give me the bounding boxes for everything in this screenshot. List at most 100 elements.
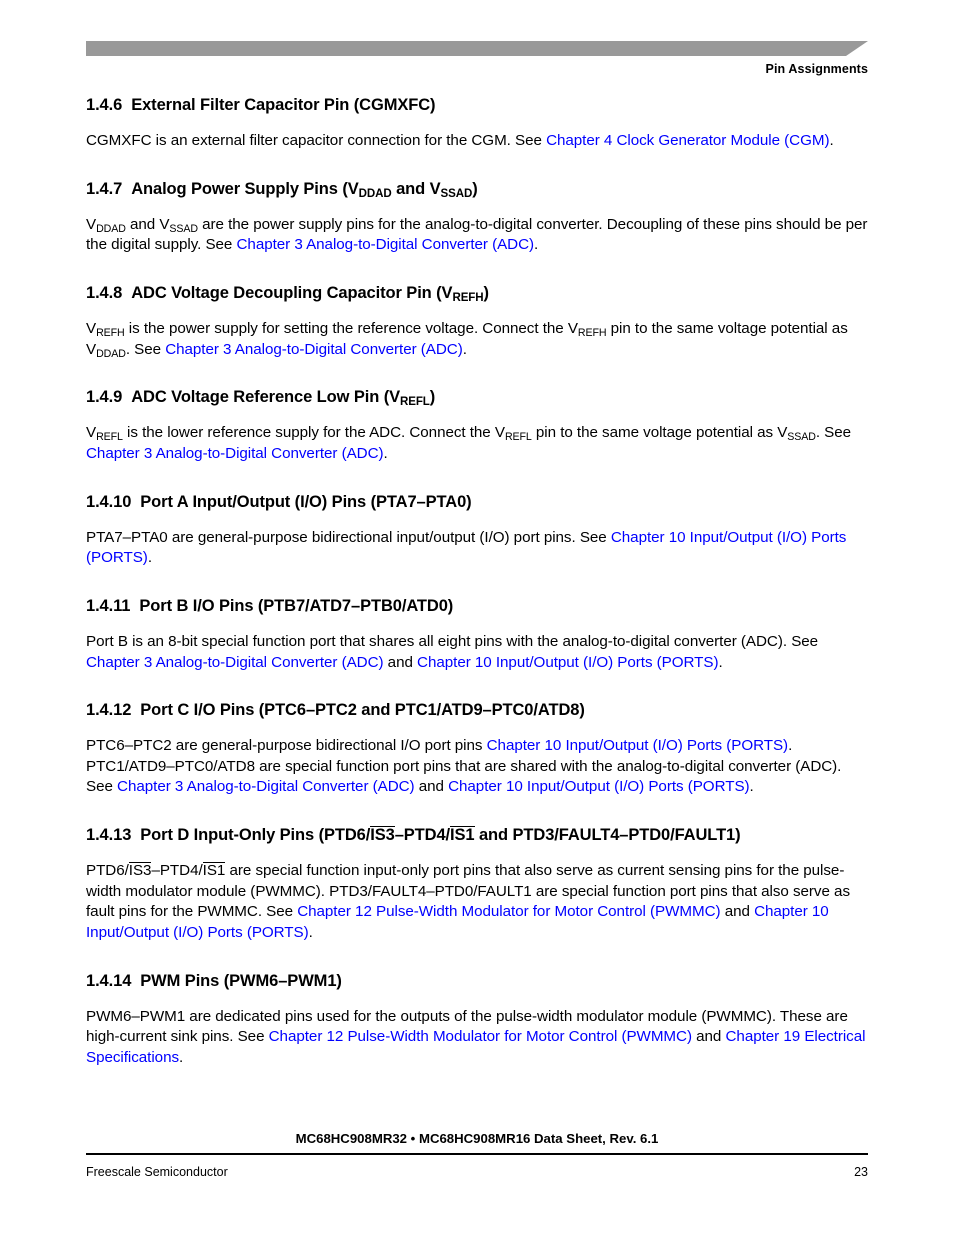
cross-reference-link[interactable]: Chapter 3 Analog-to-Digital Converter (A…	[117, 778, 415, 795]
title-text-run: )	[483, 284, 490, 302]
section-heading: 1.4.13 Port D Input-Only Pins (PTD6/IS3–P…	[86, 825, 868, 846]
body-text-run: .	[179, 1048, 184, 1066]
subscript-text: REFL	[504, 431, 532, 444]
section-block: 1.4.7 Analog Power Supply Pins (VDDAD and…	[86, 179, 868, 256]
overline-signal-name: IS1	[450, 826, 475, 845]
section-paragraph: VDDAD and VSSAD are the power supply pin…	[86, 215, 868, 256]
cross-reference-link[interactable]: Chapter 3 Analog-to-Digital Converter (A…	[165, 341, 463, 358]
body-text-run: .	[749, 778, 754, 796]
section-block: 1.4.9 ADC Voltage Reference Low Pin (VREF…	[86, 387, 868, 464]
body-text-run: .	[462, 340, 467, 358]
section-paragraph: PTC6–PTC2 are general-purpose bidirectio…	[86, 736, 868, 798]
section-heading: 1.4.6 External Filter Capacitor Pin (CGMX…	[86, 95, 868, 116]
section-title: Port C I/O Pins (PTC6–PTC2 and PTC1/ATD9…	[140, 701, 585, 720]
section-number: 1.4.12	[86, 701, 132, 720]
section-heading: 1.4.12 Port C I/O Pins (PTC6–PTC2 and PTC…	[86, 700, 868, 721]
body-text-run: and	[720, 903, 755, 921]
subscript-text: REFL	[96, 431, 123, 444]
page-footer: MC68HC908MR32 • MC68HC908MR16 Data Sheet…	[86, 1131, 868, 1179]
subscript-text: DDAD	[96, 222, 126, 235]
section-block: 1.4.12 Port C I/O Pins (PTC6–PTC2 and PTC…	[86, 700, 868, 798]
footer-divider	[86, 1152, 868, 1155]
subscript-text: DDAD	[358, 187, 392, 200]
body-text-run: is the lower reference supply for the AD…	[122, 424, 505, 442]
body-text-run: .	[718, 653, 723, 671]
body-text-run: . See	[815, 424, 852, 442]
section-block: 1.4.6 External Filter Capacitor Pin (CGMX…	[86, 95, 868, 152]
body-text-run: PTD6/	[86, 862, 129, 880]
section-block: 1.4.13 Port D Input-Only Pins (PTD6/IS3–P…	[86, 825, 868, 943]
cross-reference-link[interactable]: Chapter 10 Input/Output (I/O) Ports (POR…	[417, 654, 718, 671]
body-text-run: . See	[125, 340, 166, 358]
section-paragraph: VREFH is the power supply for setting th…	[86, 319, 868, 360]
title-text-run: ADC Voltage Reference Low Pin (V	[131, 388, 400, 407]
cross-reference-link[interactable]: Chapter 10 Input/Output (I/O) Ports (POR…	[448, 778, 749, 795]
footer-page-number: 23	[854, 1165, 868, 1179]
footer-row: Freescale Semiconductor 23	[86, 1165, 868, 1179]
cross-reference-link[interactable]: Chapter 3 Analog-to-Digital Converter (A…	[237, 236, 535, 253]
cross-reference-link[interactable]: Chapter 10 Input/Output (I/O) Ports (POR…	[487, 737, 788, 754]
section-heading: 1.4.11 Port B I/O Pins (PTB7/ATD7–PTB0/AT…	[86, 596, 868, 617]
footer-document-title: MC68HC908MR32 • MC68HC908MR16 Data Sheet…	[295, 1130, 659, 1146]
cross-reference-link[interactable]: Chapter 3 Analog-to-Digital Converter (A…	[86, 445, 384, 462]
footer-company: Freescale Semiconductor	[86, 1165, 228, 1179]
body-text-run: .	[534, 236, 539, 254]
section-number: 1.4.14	[86, 971, 132, 990]
header-banner-shape	[86, 41, 868, 56]
section-title: PWM Pins (PWM6–PWM1)	[140, 972, 342, 990]
title-text-run: )	[472, 179, 478, 198]
section-heading: 1.4.9 ADC Voltage Reference Low Pin (VREF…	[86, 387, 868, 408]
cross-reference-link[interactable]: Chapter 12 Pulse-Width Modulator for Mot…	[297, 903, 720, 920]
section-title: Analog Power Supply Pins (VDDAD and VSSA…	[131, 179, 478, 200]
section-number: 1.4.7	[86, 179, 123, 198]
document-body: 1.4.6 External Filter Capacitor Pin (CGMX…	[86, 95, 868, 1068]
body-text-run: pin to the same voltage potential as V	[531, 424, 788, 442]
section-number: 1.4.10	[86, 492, 132, 511]
cross-reference-link[interactable]: Chapter 4 Clock Generator Module (CGM)	[546, 132, 829, 149]
body-text-run: .	[147, 549, 152, 567]
section-paragraph: PTA7–PTA0 are general-purpose bidirectio…	[86, 528, 868, 569]
title-text-run: and PTD3/FAULT4–PTD0/FAULT1)	[474, 826, 741, 845]
body-text-run: –PTD4/	[151, 862, 203, 880]
body-text-run: and	[414, 778, 449, 796]
section-heading: 1.4.10 Port A Input/Output (I/O) Pins (PT…	[86, 492, 868, 513]
subscript-text: REFH	[577, 327, 607, 340]
section-block: 1.4.10 Port A Input/Output (I/O) Pins (PT…	[86, 492, 868, 569]
section-block: 1.4.11 Port B I/O Pins (PTB7/ATD7–PTB0/AT…	[86, 596, 868, 673]
body-text-run: .	[829, 132, 834, 150]
title-text-run: Port C I/O Pins (PTC6–PTC2 and PTC1/ATD9…	[140, 701, 585, 720]
section-title: Port D Input-Only Pins (PTD6/IS3–PTD4/IS…	[140, 826, 741, 845]
section-heading: 1.4.7 Analog Power Supply Pins (VDDAD and…	[86, 179, 868, 200]
cross-reference-link[interactable]: Chapter 12 Pulse-Width Modulator for Mot…	[269, 1028, 692, 1045]
subscript-text: DDAD	[96, 347, 126, 360]
overline-signal-name: IS3	[128, 862, 152, 880]
title-text-run: External Filter Capacitor Pin (CGMXFC)	[131, 96, 436, 114]
body-text-run: CGMXFC is an external filter capacitor c…	[86, 132, 547, 150]
body-text-run: V	[86, 215, 97, 233]
title-text-run: )	[429, 388, 436, 407]
title-text-run: PWM Pins (PWM6–PWM1)	[140, 971, 342, 990]
section-heading: 1.4.14 PWM Pins (PWM6–PWM1)	[86, 971, 868, 992]
section-paragraph: CGMXFC is an external filter capacitor c…	[86, 131, 868, 152]
title-text-run: ADC Voltage Decoupling Capacitor Pin (V	[131, 284, 453, 302]
title-text-run: Port B I/O Pins (PTB7/ATD7–PTB0/ATD0)	[139, 596, 454, 615]
section-title: ADC Voltage Decoupling Capacitor Pin (VR…	[131, 284, 490, 304]
section-paragraph: Port B is an 8-bit special function port…	[86, 632, 868, 673]
body-text-run: V	[86, 424, 97, 442]
overline-signal-name: IS3	[370, 826, 395, 845]
cross-reference-link[interactable]: Chapter 3 Analog-to-Digital Converter (A…	[86, 654, 384, 671]
title-text-run: and V	[391, 179, 441, 198]
